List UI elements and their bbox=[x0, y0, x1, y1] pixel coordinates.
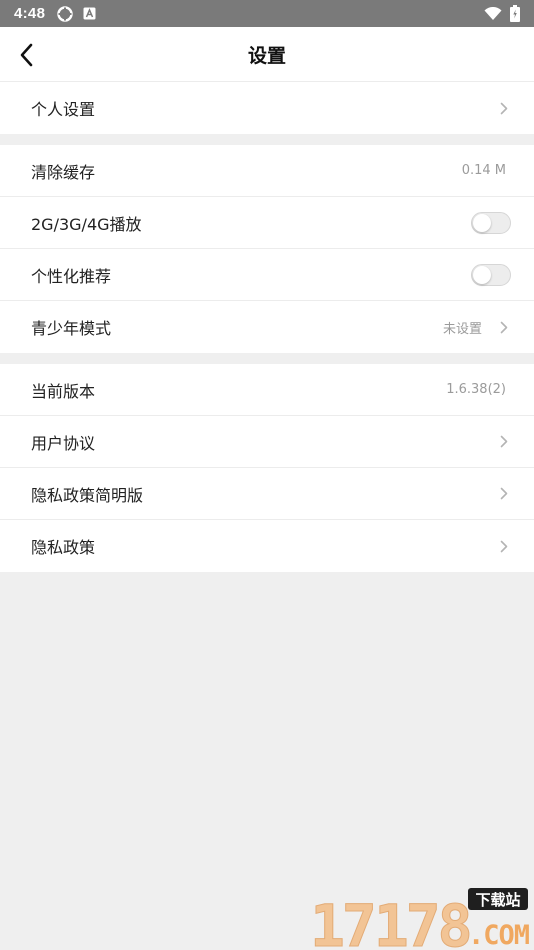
privacy-policy-summary-item[interactable]: 隐私政策简明版 bbox=[0, 468, 534, 520]
version-value: 1.6.38(2) bbox=[446, 382, 506, 397]
item-label: 隐私政策 bbox=[31, 538, 96, 557]
clear-cache-item[interactable]: 清除缓存 0.14 M bbox=[0, 145, 534, 197]
toggle-knob bbox=[473, 213, 491, 232]
chevron-right-icon bbox=[494, 487, 508, 500]
item-label: 用户协议 bbox=[31, 433, 96, 453]
wifi-icon bbox=[484, 6, 502, 21]
mobile-data-playback-toggle[interactable] bbox=[471, 211, 511, 234]
settings-group-general: 清除缓存 0.14 M 2G/3G/4G播放 个性化推荐 青少年模式 未设置 bbox=[0, 145, 534, 353]
chevron-right-icon bbox=[494, 102, 508, 115]
item-label: 隐私政策简明版 bbox=[31, 485, 144, 505]
watermark-domain: .COM bbox=[468, 920, 530, 948]
watermark-badge: 下载站 bbox=[475, 891, 520, 909]
teen-mode-status: 未设置 bbox=[442, 321, 482, 337]
battery-icon bbox=[510, 5, 520, 22]
back-button[interactable] bbox=[4, 27, 48, 82]
chevron-right-icon bbox=[494, 540, 508, 553]
app-notification-icon bbox=[83, 7, 96, 20]
settings-group-about: 当前版本 1.6.38(2) 用户协议 隐私政策简明版 隐私政策 bbox=[0, 364, 534, 572]
item-label: 青少年模式 bbox=[31, 319, 112, 338]
personal-settings-item[interactable]: 个人设置 bbox=[0, 82, 534, 134]
toggle-knob bbox=[473, 265, 491, 284]
watermark-digits: 17178 bbox=[310, 892, 470, 948]
item-label: 个性化推荐 bbox=[31, 266, 112, 286]
user-agreement-item[interactable]: 用户协议 bbox=[0, 416, 534, 468]
settings-group-personal: 个人设置 bbox=[0, 82, 534, 134]
item-label: 2G/3G/4G播放 bbox=[31, 214, 142, 234]
top-navigation-bar: 设置 bbox=[0, 27, 534, 82]
current-version-item: 当前版本 1.6.38(2) bbox=[0, 364, 534, 416]
item-label: 当前版本 bbox=[31, 381, 96, 401]
privacy-policy-item[interactable]: 隐私政策 bbox=[0, 520, 534, 572]
page-title: 设置 bbox=[247, 44, 286, 67]
chevron-right-icon bbox=[494, 435, 508, 448]
personalized-recommendation-item: 个性化推荐 bbox=[0, 249, 534, 301]
cache-size-value: 0.14 M bbox=[461, 163, 506, 178]
chevron-right-icon bbox=[494, 321, 508, 334]
mobile-data-playback-item: 2G/3G/4G播放 bbox=[0, 197, 534, 249]
personalized-recommendation-toggle[interactable] bbox=[471, 263, 511, 286]
site-watermark-logo: 17178 下载站 .COM bbox=[310, 888, 530, 948]
chevron-left-icon bbox=[20, 43, 33, 66]
section-divider bbox=[0, 353, 534, 364]
item-label: 清除缓存 bbox=[31, 162, 96, 182]
status-time: 4:48 bbox=[14, 5, 46, 22]
section-divider bbox=[0, 134, 534, 145]
status-bar: 4:48 bbox=[0, 0, 534, 27]
sync-icon bbox=[57, 5, 73, 22]
teen-mode-item[interactable]: 青少年模式 未设置 bbox=[0, 301, 534, 353]
item-label: 个人设置 bbox=[31, 100, 96, 119]
